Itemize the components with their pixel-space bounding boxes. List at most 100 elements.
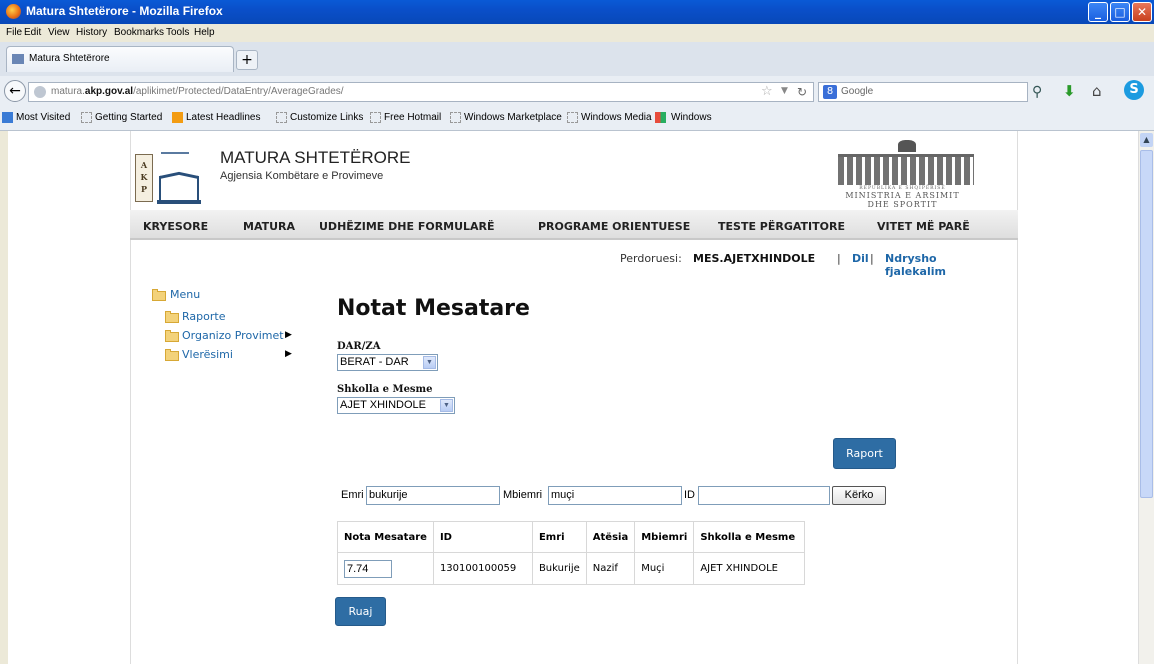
first-name-cell: Bukurije (531, 552, 587, 585)
nav-kryesore[interactable]: KRYESORE (143, 220, 208, 233)
browser-tab[interactable]: Matura Shtetërore (6, 46, 234, 72)
col-header-grade: Nota Mesatare (337, 521, 434, 553)
save-button[interactable]: Ruaj (335, 597, 386, 626)
sidemenu-root[interactable]: Menu (170, 288, 200, 301)
nav-matura[interactable]: MATURA (243, 220, 295, 233)
bookmark-page-icon (276, 112, 287, 123)
rss-icon (172, 112, 183, 123)
site-identity-icon[interactable] (34, 86, 46, 98)
tab-title: Matura Shtetërore (29, 53, 110, 64)
close-window-button[interactable]: ✕ (1132, 2, 1152, 22)
menu-tools[interactable]: Tools (166, 27, 189, 38)
scales-of-justice-icon (161, 152, 189, 170)
logout-link[interactable]: Dil (852, 252, 869, 265)
folder-icon (152, 289, 166, 301)
nav-programe[interactable]: PROGRAME ORIENTUESE (538, 220, 690, 233)
school-selected-value: AJET XHINDOLE (340, 399, 426, 411)
window-border (0, 131, 8, 664)
url-bar[interactable]: matura.akp.gov.al/aplikimet/Protected/Da… (28, 82, 814, 102)
first-name-label: Emri (341, 489, 364, 501)
col-header-school: Shkolla e Mesme (693, 521, 806, 553)
sidemenu-item-vleresimi[interactable]: Vlerësimi (182, 348, 233, 361)
bookmark-customize-links[interactable]: Customize Links (290, 112, 363, 123)
reload-icon[interactable]: ↻ (797, 85, 807, 99)
url-dropdown-icon[interactable]: ▼ (781, 86, 788, 96)
folder-icon (165, 311, 179, 323)
bookmark-page-icon (81, 112, 92, 123)
scrollbar-thumb[interactable] (1140, 150, 1153, 498)
dar-select[interactable]: BERAT - DAR ▼ (337, 354, 438, 371)
open-book-icon (157, 170, 201, 204)
site-subtitle: Agjensia Kombëtare e Provimeve (220, 170, 384, 182)
first-name-input[interactable]: bukurije (366, 486, 500, 505)
dar-label: DAR/ZA (337, 341, 381, 352)
ministry-building-image (838, 154, 974, 185)
search-button[interactable]: Kërko (832, 486, 886, 505)
id-input[interactable] (698, 486, 830, 505)
nav-teste[interactable]: TESTE PËRGATITORE (718, 220, 845, 233)
skype-icon[interactable]: S (1124, 80, 1144, 100)
site-title: MATURA SHTETËRORE (220, 148, 411, 167)
back-button[interactable]: ← (4, 80, 26, 102)
bookmark-star-icon[interactable]: ☆ (761, 84, 773, 99)
page-title: Notat Mesatare (337, 296, 530, 321)
home-icon[interactable]: ⌂ (1092, 82, 1102, 100)
submenu-arrow-icon: ▶ (285, 330, 292, 340)
folder-icon (165, 349, 179, 361)
report-button[interactable]: Raport (833, 438, 896, 469)
window-title: Matura Shtetërore - Mozilla Firefox (26, 4, 223, 18)
bookmark-windows-marketplace[interactable]: Windows Marketplace (464, 112, 562, 123)
bookmark-page-icon (567, 112, 578, 123)
new-tab-button[interactable]: + (236, 50, 258, 70)
akp-logo[interactable]: AKP (135, 152, 207, 204)
school-label: Shkolla e Mesme (337, 384, 433, 395)
search-engine-icon[interactable]: 8 (823, 85, 837, 99)
menu-view[interactable]: View (48, 27, 70, 38)
menu-bookmarks[interactable]: Bookmarks (114, 27, 164, 38)
separator: | (870, 252, 874, 265)
table-row: 7.74 130100100059 Bukurije Nazif Muçi AJ… (337, 552, 806, 585)
nav-udhezime[interactable]: UDHËZIME DHE FORMULARË (319, 220, 495, 233)
menu-help[interactable]: Help (194, 27, 215, 38)
sidemenu-item-organizo-provimet[interactable]: Organizo Provimet (182, 329, 284, 342)
school-select[interactable]: AJET XHINDOLE ▼ (337, 397, 455, 414)
minimize-button[interactable]: _ (1088, 2, 1108, 22)
menu-history[interactable]: History (76, 27, 107, 38)
scroll-up-arrow-icon[interactable]: ▲ (1140, 133, 1153, 147)
user-name: MES.AJETXHINDOLE (693, 252, 816, 265)
bookmark-page-icon (370, 112, 381, 123)
user-label: Perdoruesi: (620, 252, 682, 265)
col-header-last-name: Mbiemri (634, 521, 695, 553)
last-name-input[interactable]: muçi (548, 486, 682, 505)
download-icon[interactable]: ⬇ (1063, 82, 1076, 100)
bookmark-free-hotmail[interactable]: Free Hotmail (384, 112, 441, 123)
ministry-sport-text: DHE SPORTIT (867, 200, 938, 209)
table-header-row: Nota Mesatare ID Emri Atësia Mbiemri Shk… (337, 521, 806, 553)
eagle-crest-icon (898, 140, 916, 152)
menu-file[interactable]: File (6, 27, 22, 38)
bookmark-windows[interactable]: Windows (671, 112, 712, 123)
sidemenu-item-raporte[interactable]: Raporte (182, 310, 225, 323)
change-password-link[interactable]: Ndrysho fjalekalim (885, 252, 1000, 278)
search-bar[interactable]: 8 Google (818, 82, 1028, 102)
dar-selected-value: BERAT - DAR (340, 356, 409, 368)
menu-bar: File Edit View History Bookmarks Tools H… (0, 24, 1154, 42)
bookmark-most-visited[interactable]: Most Visited (16, 112, 70, 123)
most-visited-icon (2, 112, 13, 123)
bookmark-latest-headlines[interactable]: Latest Headlines (186, 112, 261, 123)
grade-input[interactable]: 7.74 (344, 559, 392, 578)
nav-vitet[interactable]: VITET MË PARË (877, 220, 970, 233)
school-cell: AJET XHINDOLE (693, 552, 806, 585)
windows-logo-icon (655, 112, 666, 123)
search-go-icon[interactable]: ⚲ (1032, 84, 1042, 100)
maximize-button[interactable]: □ (1110, 2, 1130, 22)
chevron-down-icon[interactable]: ▼ (423, 356, 436, 369)
ministry-name-text: MINISTRIA E ARSIMIT (845, 191, 960, 200)
id-cell: 130100100059 (432, 552, 533, 585)
ministry-logo: REPUBLIKA E SHQIPËRISË MINISTRIA E ARSIM… (800, 138, 1005, 209)
bookmark-windows-media[interactable]: Windows Media (581, 112, 652, 123)
bookmark-getting-started[interactable]: Getting Started (95, 112, 162, 123)
results-table: Nota Mesatare ID Emri Atësia Mbiemri Shk… (337, 521, 806, 585)
chevron-down-icon[interactable]: ▼ (440, 399, 453, 412)
menu-edit[interactable]: Edit (24, 27, 41, 38)
